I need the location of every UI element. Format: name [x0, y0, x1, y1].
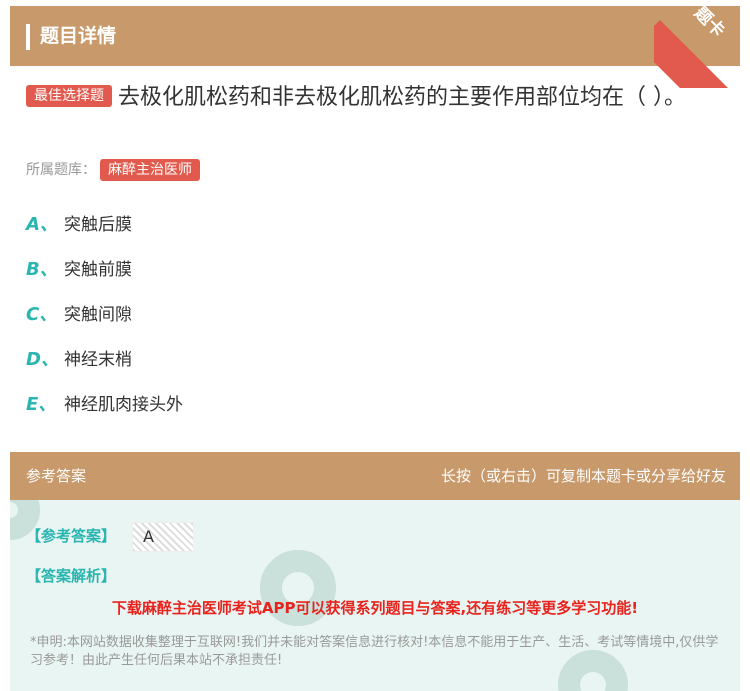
option-b[interactable]: B、 突触前膜 — [26, 255, 726, 300]
question-text: 去极化肌松药和非去极化肌松药的主要作用部位均在（ ）。 — [118, 85, 686, 110]
option-letter: E、 — [26, 394, 57, 415]
corner-ribbon: 题卡 — [654, 0, 750, 88]
answer-section-title: 参考答案 — [26, 467, 87, 485]
options-list: A、 突触后膜 B、 突触前膜 C、 突触间隙 D、 神经末梢 E、 神经肌肉接头外 — [26, 210, 726, 435]
share-hint: 长按（或右击）可复制本题卡或分享给好友 — [440, 467, 726, 485]
option-text: 神经末梢 — [64, 350, 132, 370]
option-text: 突触前膜 — [64, 260, 132, 280]
option-text: 神经肌肉接头外 — [64, 395, 183, 415]
question-stem: 最佳选择题 去极化肌松药和非去极化肌松药的主要作用部位均在（ ）。 — [26, 80, 726, 116]
option-letter: D、 — [26, 349, 59, 370]
option-c[interactable]: C、 突触间隙 — [26, 300, 726, 345]
option-letter: B、 — [26, 259, 58, 280]
option-a[interactable]: A、 突触后膜 — [26, 210, 726, 255]
page-title: 题目详情 — [40, 25, 117, 47]
option-letter: C、 — [26, 304, 58, 325]
option-d[interactable]: D、 神经末梢 — [26, 345, 726, 390]
question-bank-row: 所属题库： 麻醉主治医师 — [26, 158, 200, 182]
reference-answer-value: A — [143, 527, 154, 546]
app-download-promo[interactable]: 下载麻醉主治医师考试APP可以获得系列题目与答案,还有练习等更多学习功能! — [10, 596, 740, 620]
reference-answer-label: 【参考答案】 — [26, 527, 117, 545]
ribbon-band — [654, 20, 750, 88]
ribbon-label: 题卡 — [690, 3, 729, 42]
option-letter: A、 — [26, 214, 58, 235]
option-e[interactable]: E、 神经肌肉接头外 — [26, 390, 726, 435]
analysis-label: 【答案解析】 — [26, 567, 117, 585]
question-type-badge: 最佳选择题 — [26, 85, 112, 107]
reference-answer-image: A — [132, 522, 194, 552]
question-card: 题目详情 题卡 最佳选择题 去极化肌松药和非去极化肌松药的主要作用部位均在（ ）。… — [10, 0, 750, 691]
disclaimer-text: *申明:本网站数据收集整理于互联网!我们并未能对答案信息进行核对!本信息不能用于… — [30, 635, 719, 668]
answer-section-body[interactable]: 【参考答案】 A 【答案解析】 下载麻醉主治医师考试APP可以获得系列题目与答案… — [10, 500, 740, 691]
header-accent-bar — [26, 24, 30, 50]
card-header: 题目详情 — [10, 6, 740, 66]
bank-tag[interactable]: 麻醉主治医师 — [100, 159, 200, 181]
option-text: 突触后膜 — [64, 215, 132, 235]
bank-label: 所属题库： — [26, 162, 96, 178]
option-text: 突触间隙 — [64, 305, 132, 325]
answer-section-header: 参考答案 长按（或右击）可复制本题卡或分享给好友 — [10, 452, 740, 500]
